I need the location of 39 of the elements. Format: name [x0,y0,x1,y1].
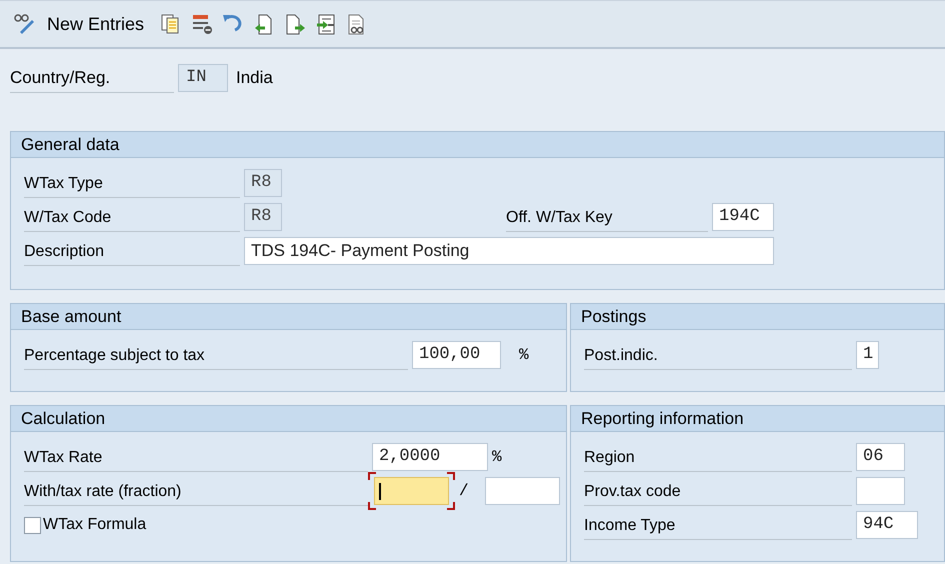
readonly-field: R8 [244,203,282,231]
field-label: Off. W/Tax Key [506,202,708,232]
checkbox-label: WTax Formula [43,516,146,534]
input-field[interactable] [856,477,905,505]
field-label: W/Tax Code [24,202,240,232]
input-field[interactable]: 194C [712,203,774,231]
input-field[interactable]: 94C [856,511,918,539]
checkbox[interactable] [24,516,41,534]
field-label: With/tax rate (fraction) [24,476,368,506]
group-title: General data [11,132,944,158]
input-field[interactable] [374,477,449,505]
field-label: Income Type [584,510,852,540]
unit-label: / [459,482,469,500]
input-field[interactable]: 100,00 [412,341,501,369]
unit-label: % [492,448,502,466]
input-field[interactable]: 06 [856,443,905,471]
group-title: Postings [571,304,944,330]
field-label: Region [584,442,852,472]
unit-label: % [519,346,529,364]
group-title: Reporting information [571,406,944,432]
field-label: Post.indic. [584,340,852,370]
readonly-field: R8 [244,169,282,197]
country-code-field: IN [178,64,228,92]
display-change-icon[interactable] [12,12,36,36]
new-entries-button[interactable]: New Entries [47,14,144,34]
field-label: WTax Rate [24,442,368,472]
field-label: WTax Type [24,168,240,198]
country-name: India [236,68,273,88]
group-title: Base amount [11,304,566,330]
field-label: Description [24,236,240,266]
input-field[interactable]: TDS 194C- Payment Posting [244,237,774,265]
field-label: Percentage subject to tax [24,340,408,370]
field-label: Country/Reg. [10,63,174,93]
delete-row-icon[interactable] [190,12,214,36]
group-title: Calculation [11,406,566,432]
input-field[interactable]: 2,0000 [372,443,488,471]
input-field[interactable]: 1 [856,341,879,369]
field-label: Prov.tax code [584,476,852,506]
input-field[interactable] [484,477,560,505]
